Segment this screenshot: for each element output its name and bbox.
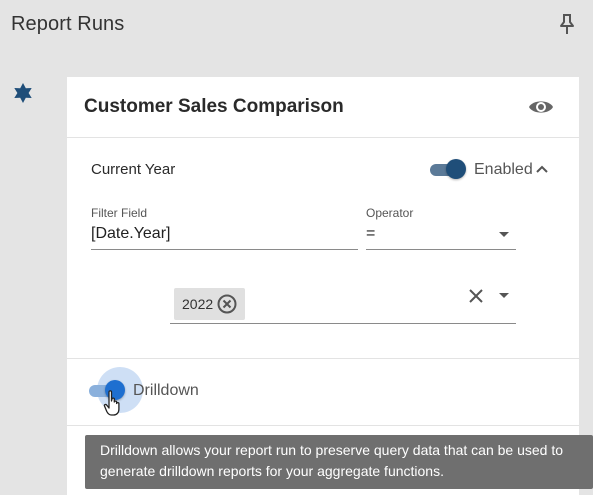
toggle-thumb [446, 159, 466, 179]
values-dropdown-icon[interactable] [498, 292, 510, 300]
filter-field-input[interactable]: [Date.Year] [91, 225, 170, 243]
clear-icon[interactable] [467, 287, 485, 305]
hand-cursor-icon [103, 390, 120, 416]
page-header: Report Runs [0, 0, 593, 52]
values-underline [170, 323, 516, 324]
enabled-toggle[interactable] [430, 159, 466, 179]
drilldown-tooltip: Drilldown allows your report run to pres… [85, 435, 593, 489]
drilldown-divider [67, 425, 579, 426]
pin-icon[interactable] [557, 13, 577, 35]
filter-field-underline [91, 249, 358, 250]
tooltip-line: Drilldown allows your report run to pres… [100, 442, 564, 458]
header-divider [67, 137, 579, 138]
operator-label: Operator [366, 206, 414, 220]
operator-select[interactable]: = [366, 225, 375, 243]
eye-icon[interactable] [528, 96, 554, 118]
filter-field-label: Filter Field [91, 206, 148, 220]
chip-label: 2022 [182, 296, 214, 312]
card-title: Customer Sales Comparison [84, 96, 344, 117]
chevron-up-icon[interactable] [535, 163, 549, 175]
report-run-card: Customer Sales Comparison Current Year E… [67, 77, 579, 495]
operator-underline [366, 249, 516, 250]
star-icon [14, 83, 32, 103]
drilldown-label: Drilldown [133, 382, 199, 399]
page-title: Report Runs [11, 13, 125, 35]
filter-divider [67, 358, 579, 359]
filter-section-title: Current Year [91, 161, 176, 178]
enabled-label: Enabled [474, 161, 533, 178]
chevron-down-icon[interactable] [498, 231, 510, 239]
chip-remove-icon[interactable] [216, 293, 238, 315]
value-chip[interactable]: 2022 [174, 288, 245, 320]
tooltip-line: generate drilldown reports for your aggr… [100, 463, 444, 479]
